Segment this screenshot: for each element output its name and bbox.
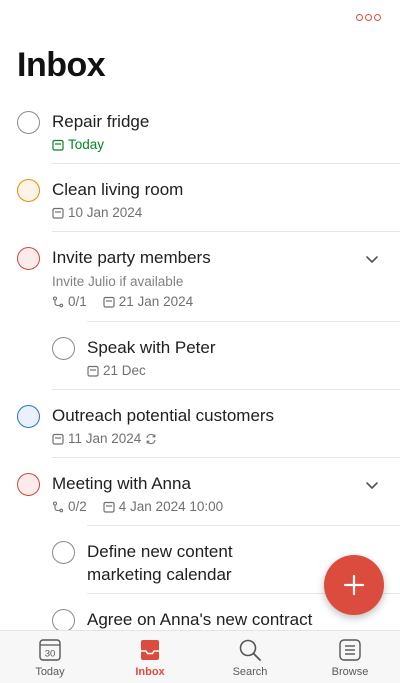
task-checkbox[interactable] — [52, 609, 75, 632]
calendar-icon — [52, 207, 64, 219]
calendar-icon — [87, 365, 99, 377]
calendar-30-icon: 30 — [39, 639, 61, 661]
divider — [87, 525, 400, 526]
chevron-down-icon[interactable] — [364, 251, 380, 267]
divider — [87, 321, 400, 322]
task-checkbox[interactable] — [52, 337, 75, 360]
divider — [52, 389, 400, 390]
divider — [52, 231, 400, 232]
task-due-label: 21 Jan 2024 — [118, 294, 194, 309]
task-item[interactable]: Repair fridge Today — [0, 100, 400, 164]
tab-today[interactable]: 30 Today — [0, 631, 100, 683]
task-due-label: 21 Dec — [103, 363, 146, 378]
task-title[interactable]: Clean living room — [52, 179, 183, 201]
tab-browse[interactable]: Browse — [300, 631, 400, 683]
task-title-line-2[interactable]: marketing calendar — [87, 564, 232, 586]
calendar-icon — [103, 501, 115, 513]
tab-browse-label: Browse — [331, 666, 369, 678]
more-dot — [364, 13, 372, 21]
task-meta: 0/1 21 Jan 2024 — [52, 294, 193, 309]
browse-list-icon — [339, 639, 361, 661]
task-item[interactable]: Invite party members Invite Julio if ava… — [0, 236, 400, 322]
inbox-icon — [141, 640, 159, 660]
tab-inbox-label: Inbox — [135, 666, 165, 678]
task-item[interactable]: Meeting with Anna 0/2 4 Jan 2024 10:00 — [0, 462, 400, 526]
calendar-icon — [52, 433, 64, 445]
more-dot — [373, 13, 381, 21]
task-title[interactable]: Agree on Anna's new contract — [87, 609, 312, 631]
task-due-label: Today — [68, 137, 105, 152]
page-title: Inbox — [17, 46, 106, 84]
add-task-button[interactable] — [324, 555, 384, 615]
task-meta: 0/2 4 Jan 2024 10:00 — [52, 499, 223, 514]
subtask-count: 0/1 — [68, 294, 87, 309]
subtask-item[interactable]: Speak with Peter 21 Dec — [0, 326, 400, 390]
task-item[interactable]: Clean living room 10 Jan 2024 — [0, 168, 400, 232]
tab-today-label: Today — [35, 666, 65, 678]
task-item[interactable]: Outreach potential customers 11 Jan 2024 — [0, 394, 400, 458]
chevron-down-icon[interactable] — [364, 477, 380, 493]
task-due: 21 Dec — [87, 363, 146, 378]
more-options-button[interactable] — [354, 10, 382, 24]
task-description: Invite Julio if available — [52, 274, 184, 289]
recurring-icon — [146, 433, 156, 444]
task-title[interactable]: Invite party members — [52, 247, 211, 269]
task-due-label: 11 Jan 2024 — [68, 431, 142, 446]
tab-search[interactable]: Search — [200, 631, 300, 683]
task-due: 11 Jan 2024 — [52, 431, 157, 446]
calendar-icon — [52, 139, 64, 151]
task-title[interactable]: Speak with Peter — [87, 337, 216, 359]
divider — [52, 163, 400, 164]
tab-search-label: Search — [232, 666, 268, 678]
bottom-tab-bar: 30 Today Inbox Search Browse — [0, 630, 400, 683]
divider — [52, 457, 400, 458]
task-title[interactable]: Meeting with Anna — [52, 473, 191, 495]
task-checkbox[interactable] — [17, 405, 40, 428]
subtask-icon — [52, 500, 64, 512]
task-title[interactable]: Repair fridge — [52, 111, 149, 133]
task-due: Today — [52, 137, 104, 152]
task-checkbox[interactable] — [52, 541, 75, 564]
task-title[interactable]: Outreach potential customers — [52, 405, 274, 427]
task-checkbox[interactable] — [17, 247, 40, 270]
subtask-count: 0/2 — [68, 499, 87, 514]
search-icon — [239, 639, 261, 661]
task-due-label: 4 Jan 2024 10:00 — [118, 499, 224, 514]
tab-inbox[interactable]: Inbox — [100, 631, 200, 683]
plus-icon — [343, 574, 365, 596]
task-checkbox[interactable] — [17, 473, 40, 496]
subtask-icon — [52, 295, 64, 307]
calendar-icon — [103, 296, 115, 308]
task-due-label: 10 Jan 2024 — [68, 205, 143, 220]
task-checkbox[interactable] — [17, 111, 40, 134]
calendar-day-number: 30 — [45, 649, 56, 660]
more-dot — [355, 13, 363, 21]
top-bar — [0, 0, 400, 36]
task-due: 10 Jan 2024 — [52, 205, 142, 220]
task-title-line-1[interactable]: Define new content — [87, 541, 233, 563]
task-checkbox[interactable] — [17, 179, 40, 202]
